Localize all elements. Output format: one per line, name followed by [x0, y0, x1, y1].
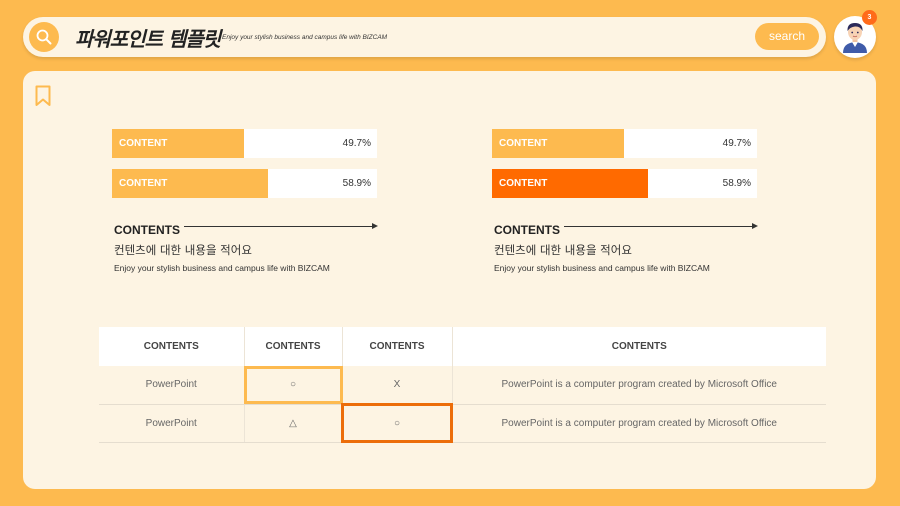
bookmark-icon — [35, 85, 51, 106]
progress-bar: CONTENT 58.9% — [112, 169, 377, 198]
table-header: CONTENTS — [452, 327, 826, 366]
comparison-table: CONTENTS CONTENTS CONTENTS CONTENTS Powe… — [99, 327, 826, 443]
table-cell: PowerPoint is a computer program created… — [452, 404, 826, 443]
bar-value: 49.7% — [342, 138, 371, 149]
table-header: CONTENTS — [99, 327, 245, 366]
table-cell: PowerPoint — [99, 404, 245, 443]
top-bar: 파워포인트 템플릿 Enjoy your stylish business an… — [23, 17, 826, 57]
bar-value: 49.7% — [722, 138, 751, 149]
arrow-right-icon — [372, 223, 378, 229]
bar-value: 58.9% — [342, 178, 371, 189]
table-cell: △ — [244, 404, 343, 443]
block-korean-text: 컨텐츠에 대한 내용을 적어요 — [494, 243, 632, 257]
block-korean-text: 컨텐츠에 대한 내용을 적어요 — [114, 243, 252, 257]
arrow-line — [184, 226, 372, 227]
progress-bar: CONTENT 49.7% — [492, 129, 757, 158]
search-button[interactable]: search — [755, 23, 819, 50]
search-icon[interactable] — [29, 22, 59, 52]
block-heading: CONTENTS — [114, 223, 180, 237]
arrow-right-icon — [752, 223, 758, 229]
arrow-line — [564, 226, 752, 227]
table-cell: PowerPoint — [99, 366, 245, 405]
bar-label: CONTENT — [119, 138, 168, 149]
page-title: 파워포인트 템플릿 — [75, 27, 221, 51]
block-heading: CONTENTS — [494, 223, 560, 237]
bar-value: 58.9% — [722, 178, 751, 189]
page-subtitle: Enjoy your stylish business and campus l… — [222, 34, 388, 41]
progress-bar: CONTENT 49.7% — [112, 129, 377, 158]
table-header: CONTENTS — [244, 327, 343, 366]
block-english-text: Enjoy your stylish business and campus l… — [494, 263, 710, 273]
bar-label: CONTENT — [119, 178, 168, 189]
table-cell: PowerPoint is a computer program created… — [452, 366, 826, 405]
table-cell: X — [342, 366, 453, 405]
table-row: PowerPoint △ ○ PowerPoint is a computer … — [99, 404, 826, 443]
progress-bar: CONTENT 58.9% — [492, 169, 757, 198]
table-header: CONTENTS — [342, 327, 453, 366]
highlight-box-light — [244, 366, 343, 404]
table-header-row: CONTENTS CONTENTS CONTENTS CONTENTS — [99, 327, 826, 366]
notification-badge: 3 — [862, 10, 877, 25]
bar-label: CONTENT — [499, 138, 548, 149]
bar-label: CONTENT — [499, 178, 548, 189]
table-row: PowerPoint ○ X PowerPoint is a computer … — [99, 366, 826, 405]
block-english-text: Enjoy your stylish business and campus l… — [114, 263, 330, 273]
highlight-box-dark — [341, 403, 453, 443]
